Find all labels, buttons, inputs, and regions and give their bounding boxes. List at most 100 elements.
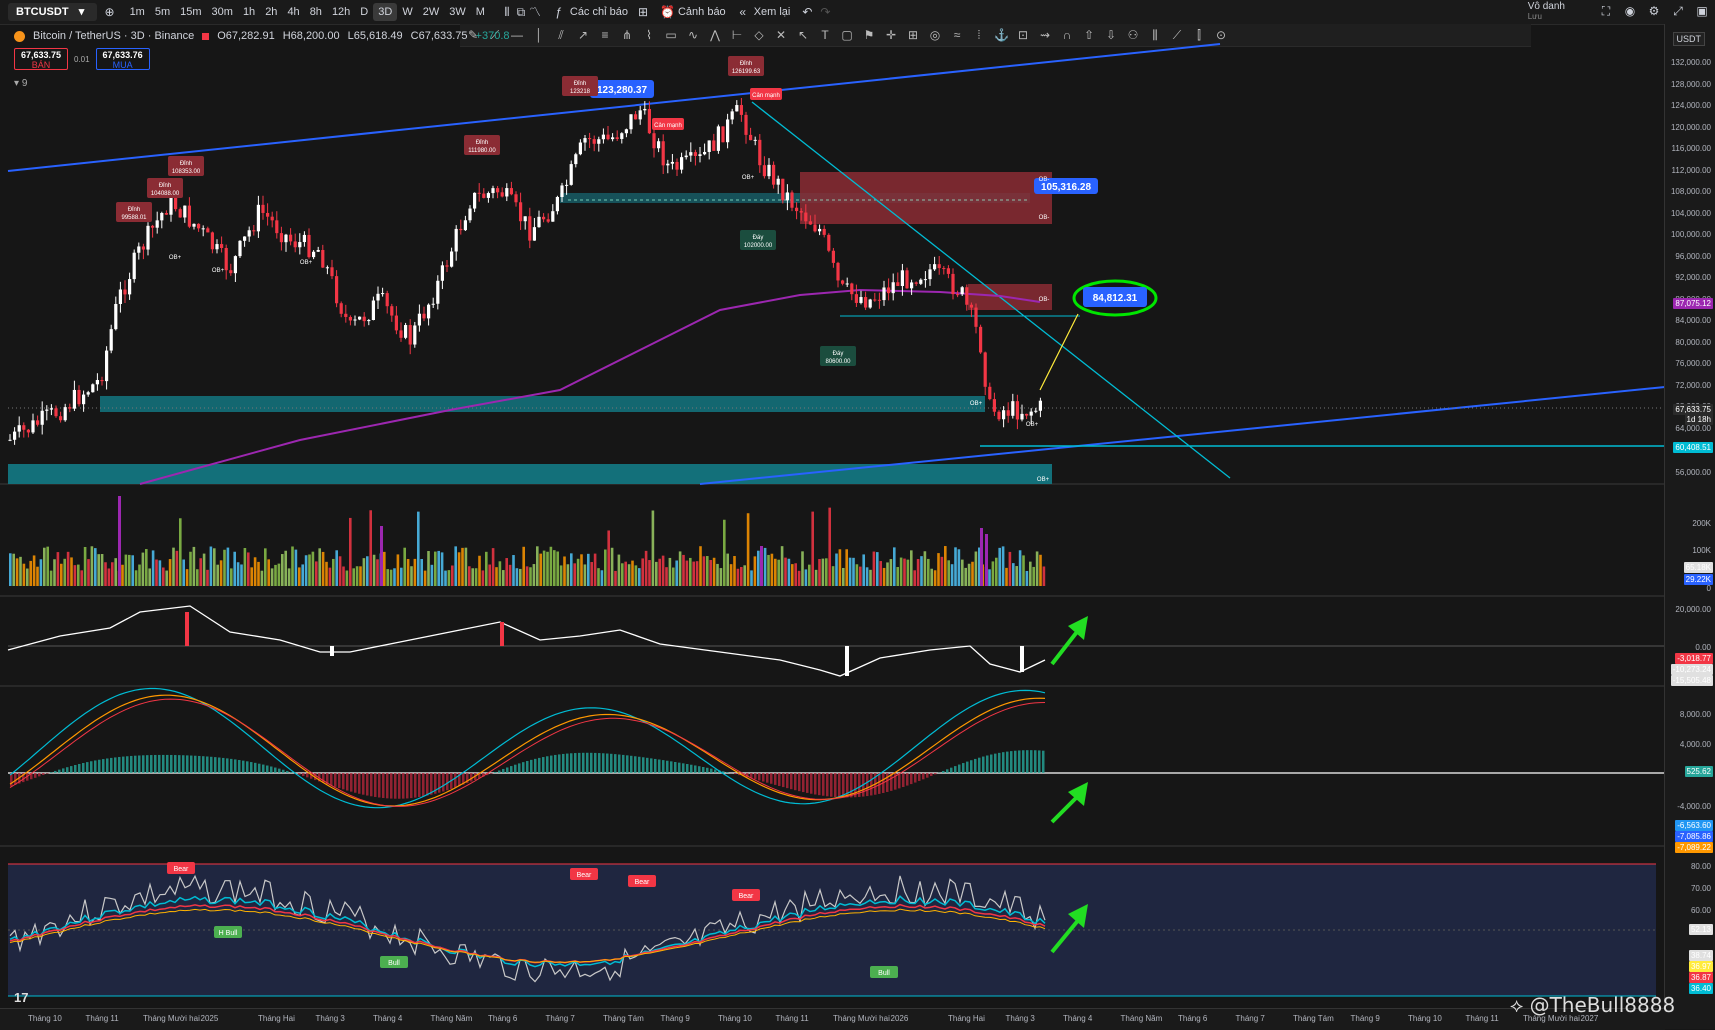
volume-bar [186, 569, 189, 586]
macd-hist-bar [454, 773, 457, 788]
expand-icon[interactable]: ⤢ [1671, 4, 1685, 18]
macd-hist-bar [266, 766, 269, 773]
volume-bar [580, 554, 583, 586]
candle-body [634, 114, 637, 119]
macd-hist-bar [906, 773, 909, 786]
candle-body [468, 209, 471, 221]
candle-body [988, 387, 991, 399]
macd-hist-bar [786, 773, 789, 788]
candle-body [961, 287, 964, 294]
volume-bar [1029, 562, 1032, 586]
cvd-bar [500, 622, 504, 646]
volume-bar [128, 555, 131, 586]
volume-bar [883, 568, 886, 586]
channel-top-line[interactable] [8, 44, 1220, 171]
macd-hist-bar [734, 773, 737, 774]
axis-tick: 200K [1692, 519, 1711, 528]
candle-body [749, 135, 752, 140]
downtrend-line[interactable] [752, 102, 1230, 478]
volume-bars[interactable] [9, 496, 1045, 586]
candle-body [878, 300, 881, 301]
volume-bar [332, 559, 335, 586]
volume-bar [805, 569, 808, 586]
macd-hist-bar [90, 761, 93, 773]
time-label: Tháng 9 [1351, 1014, 1380, 1023]
macd-hist-bar [438, 773, 441, 793]
time-label: Tháng 6 [1178, 1014, 1207, 1023]
macd-hist-bar [102, 759, 105, 773]
candles[interactable] [8, 98, 1042, 445]
volume-bar [563, 556, 566, 586]
macd-hist-bar [558, 754, 561, 773]
candle-body [266, 213, 269, 217]
macd-hist-bar [126, 756, 129, 773]
candle-body [418, 314, 421, 326]
candle-body [344, 314, 347, 317]
volume-bar [726, 554, 729, 586]
moving-average-line[interactable] [140, 290, 1040, 484]
volume-bar [471, 568, 474, 586]
volume-bar [992, 561, 995, 586]
candle-body [772, 165, 775, 185]
volume-bar [356, 566, 359, 586]
candle-body [620, 133, 623, 139]
volume-bar [352, 568, 355, 586]
candle-body [1007, 410, 1010, 416]
volume-bar [12, 554, 15, 586]
macd-hist-bar [678, 763, 681, 773]
macd-hist-bar [526, 761, 529, 773]
green-arrow-icon [1052, 616, 1088, 664]
volume-bar [635, 565, 638, 586]
candle-body [873, 299, 876, 300]
price-axis[interactable]: 132,000.00128,000.00124,000.00120,000.00… [1664, 24, 1715, 1029]
macd-hist-bar [78, 764, 81, 773]
volume-bar [298, 567, 301, 586]
demand-zone-ob[interactable] [100, 396, 985, 412]
candle-body [547, 219, 550, 221]
volume-bar [16, 558, 19, 586]
candle-body [698, 154, 701, 156]
macd-hist-bar [914, 773, 917, 783]
rsi-signal-label: Bear [739, 893, 754, 900]
macd-hist-bar [238, 760, 241, 773]
candle-body [312, 252, 315, 257]
volume-bar [913, 570, 916, 586]
macd-signal-line[interactable] [10, 695, 1045, 806]
cvd-line[interactable] [8, 606, 1045, 676]
supply-zone-ob[interactable] [800, 172, 1052, 224]
candle-body [229, 270, 232, 273]
volume-bar [536, 546, 539, 586]
price-chart[interactable]: 84,812.31 123,280.37 105,316.28 Đỉnh9958… [0, 0, 1665, 1008]
candle-body [289, 235, 292, 242]
candle-body [657, 141, 660, 148]
time-label: Tháng 7 [1236, 1014, 1265, 1023]
target-arrow[interactable] [1040, 314, 1078, 390]
price-tag: 36.97 [1689, 961, 1713, 972]
candle-body [197, 224, 200, 228]
demand-zone-bottom[interactable] [8, 464, 1052, 484]
price-tag: -15,505.48 [1671, 675, 1713, 686]
volume-bar [648, 560, 651, 586]
candle-body [160, 213, 163, 220]
candle-body [87, 392, 90, 394]
macd-hist-bar [150, 755, 153, 773]
macd-hist-bar [470, 773, 473, 782]
volume-bar [964, 568, 967, 586]
volume-bar [414, 559, 417, 586]
volume-bar [121, 565, 124, 586]
time-axis[interactable]: Tháng 10Tháng 11Tháng Mười hai2025Tháng … [0, 1008, 1665, 1030]
currency-label[interactable]: USDT [1673, 32, 1706, 46]
macd-hist-bar [518, 763, 521, 773]
macd-line-red[interactable] [10, 699, 1045, 806]
candle-body [303, 235, 306, 242]
screenshot-icon[interactable]: ▣ [1695, 4, 1709, 18]
candle-body [478, 193, 481, 194]
macd-hist-bar [66, 767, 69, 773]
macd-hist-bar [506, 767, 509, 773]
candle-body [100, 380, 103, 381]
candle-body [22, 425, 25, 430]
candle-body [82, 395, 85, 405]
peak-value: 108353.00 [172, 169, 201, 175]
volume-bar [390, 570, 393, 586]
candle-body [680, 157, 683, 170]
